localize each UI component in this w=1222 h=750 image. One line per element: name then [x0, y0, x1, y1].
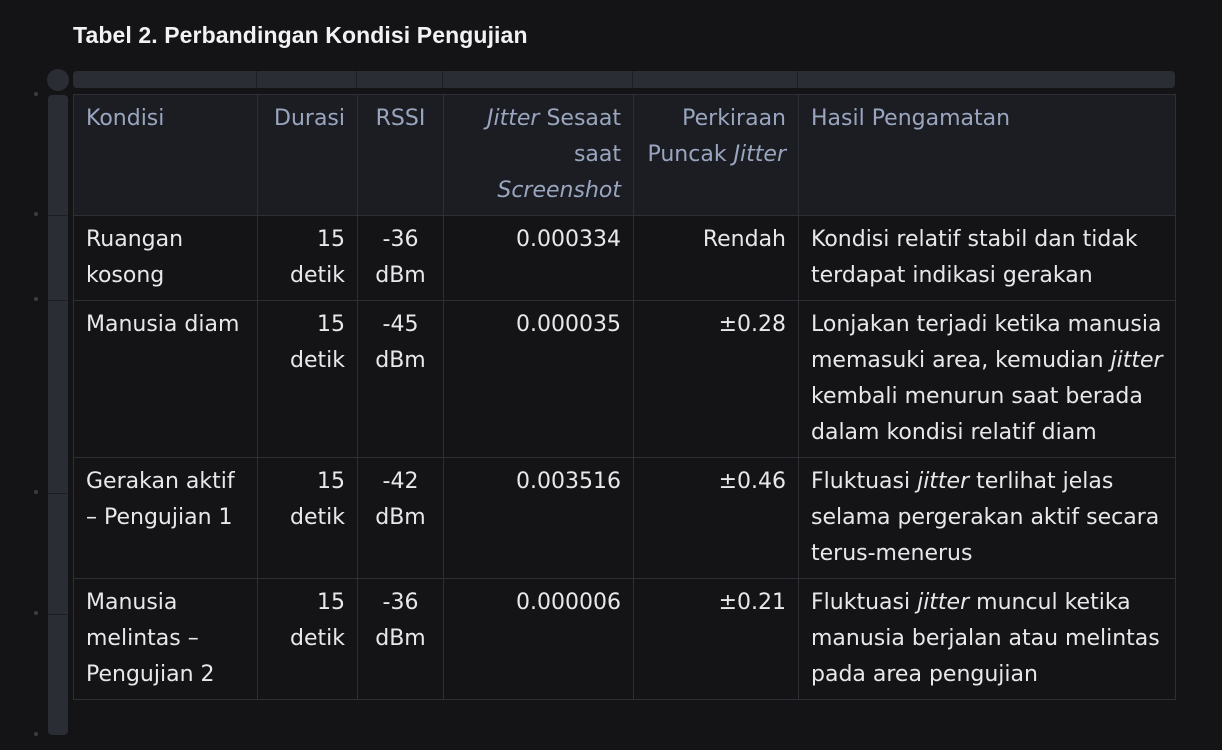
cell-jitter[interactable]: 0.000006: [443, 578, 634, 700]
table-row: Manusia melintas – Pengujian 2 15 detik …: [73, 578, 1176, 700]
cell-hasil-em: jitter: [917, 590, 970, 615]
row-handle[interactable]: [48, 215, 68, 216]
cell-kondisi[interactable]: Manusia melintas – Pengujian 2: [73, 578, 258, 700]
row-handle[interactable]: [48, 300, 68, 301]
cell-jitter[interactable]: 0.003516: [443, 457, 634, 579]
cell-kondisi[interactable]: Manusia diam: [73, 300, 258, 458]
column-handle[interactable]: [256, 71, 257, 88]
table-header-row: Kondisi Durasi RSSI Jitter Sesaat saat S…: [73, 94, 1176, 216]
header-jitter-rest: Sesaat saat: [539, 106, 621, 167]
cell-hasil-text: Kondisi relatif stabil dan tidak terdapa…: [811, 227, 1138, 288]
comparison-table: Kondisi Durasi RSSI Jitter Sesaat saat S…: [73, 94, 1176, 700]
row-insert-dot[interactable]: [34, 92, 38, 96]
row-insert-dot[interactable]: [34, 490, 38, 494]
cell-jitter[interactable]: 0.000334: [443, 215, 634, 301]
cell-rssi[interactable]: -36 dBm: [357, 215, 444, 301]
cell-hasil-text: Lonjakan terjadi ketika manusia memasuki…: [811, 312, 1162, 373]
header-puncak-em: Jitter: [733, 142, 786, 167]
cell-puncak[interactable]: ±0.46: [633, 457, 799, 579]
cell-hasil[interactable]: Fluktuasi jitter muncul ketika manusia b…: [798, 578, 1176, 700]
header-rssi[interactable]: RSSI: [357, 94, 444, 216]
cell-hasil-em: jitter: [1110, 348, 1163, 373]
cell-rssi[interactable]: -42 dBm: [357, 457, 444, 579]
column-handle[interactable]: [442, 71, 443, 88]
cell-hasil[interactable]: Fluktuasi jitter terlihat jelas selama p…: [798, 457, 1176, 579]
table-row: Gerakan aktif – Pengujian 1 15 detik -42…: [73, 457, 1176, 579]
cell-durasi[interactable]: 15 detik: [257, 457, 358, 579]
cell-jitter[interactable]: 0.000035: [443, 300, 634, 458]
cell-hasil-text: Fluktuasi: [811, 590, 918, 615]
header-jitter-sesaat[interactable]: Jitter Sesaat saat Screenshot: [443, 94, 634, 216]
cell-hasil-em: jitter: [917, 469, 970, 494]
cell-hasil-text: Fluktuasi: [811, 469, 918, 494]
cell-rssi[interactable]: -36 dBm: [357, 578, 444, 700]
cell-hasil[interactable]: Kondisi relatif stabil dan tidak terdapa…: [798, 215, 1176, 301]
header-screenshot-em: Screenshot: [497, 178, 621, 203]
table-caption: Tabel 2. Perbandingan Kondisi Pengujian: [73, 22, 528, 48]
row-handle[interactable]: [48, 493, 68, 494]
cell-durasi[interactable]: 15 detik: [257, 215, 358, 301]
header-durasi[interactable]: Durasi: [257, 94, 358, 216]
cell-durasi[interactable]: 15 detik: [257, 578, 358, 700]
cell-puncak[interactable]: ±0.21: [633, 578, 799, 700]
cell-puncak[interactable]: ±0.28: [633, 300, 799, 458]
row-insert-dot[interactable]: [34, 611, 38, 615]
cell-puncak[interactable]: Rendah: [633, 215, 799, 301]
cell-hasil[interactable]: Lonjakan terjadi ketika manusia memasuki…: [798, 300, 1176, 458]
column-handle[interactable]: [797, 71, 798, 88]
header-hasil[interactable]: Hasil Pengamatan: [798, 94, 1176, 216]
cell-rssi[interactable]: -45 dBm: [357, 300, 444, 458]
row-handle-bar[interactable]: [48, 95, 68, 735]
row-handle[interactable]: [48, 614, 68, 615]
cell-kondisi[interactable]: Gerakan aktif – Pengujian 1: [73, 457, 258, 579]
row-insert-dot[interactable]: [34, 297, 38, 301]
cell-kondisi[interactable]: Ruangan kosong: [73, 215, 258, 301]
cell-hasil-text: kembali menurun saat berada dalam kondis…: [811, 384, 1143, 445]
table-row: Manusia diam 15 detik -45 dBm 0.000035 ±…: [73, 300, 1176, 458]
cell-durasi[interactable]: 15 detik: [257, 300, 358, 458]
row-insert-dot[interactable]: [34, 212, 38, 216]
header-puncak-jitter[interactable]: Perkiraan Puncak Jitter: [633, 94, 799, 216]
table-select-handle[interactable]: [47, 69, 69, 91]
header-jitter-em: Jitter: [487, 106, 540, 131]
table-row: Ruangan kosong 15 detik -36 dBm 0.000334…: [73, 215, 1176, 301]
column-handle[interactable]: [632, 71, 633, 88]
row-insert-dot[interactable]: [34, 732, 38, 736]
header-kondisi[interactable]: Kondisi: [73, 94, 258, 216]
column-handle[interactable]: [356, 71, 357, 88]
column-handle-bar[interactable]: [73, 71, 1175, 88]
